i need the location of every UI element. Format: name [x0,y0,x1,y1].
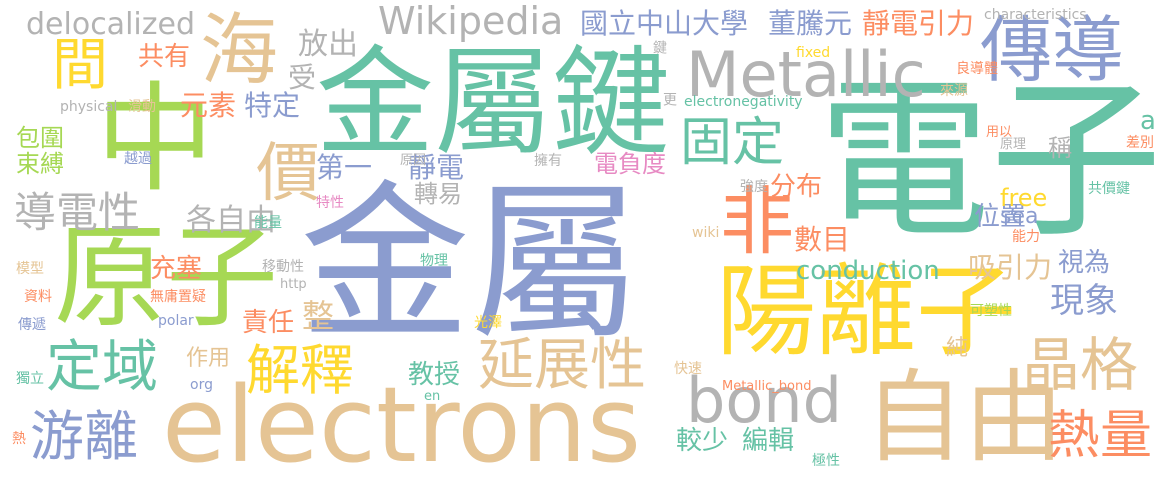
word-duli: 獨立 [16,371,44,387]
word-shufu: 束縛 [16,150,64,178]
word-jingdianyinli: 靜電引力 [862,7,975,40]
word-daodianxing: 導電性 [14,188,141,237]
word-xianxiang: 現象 [1050,281,1118,321]
word-delocalized: delocalized [26,7,195,42]
word-chuandi: 傳遞 [18,317,46,333]
word-chuandao: 傳導 [980,8,1125,92]
word-wuli: 物理 [420,253,448,269]
word-fixed: fixed [796,45,831,61]
word-shiwei: 視為 [1058,248,1111,278]
word-liangdaoti: 良導體 [956,61,998,77]
word-hai: 海 [200,6,279,96]
word-teding: 特定 [244,89,301,122]
word-physical: physical [60,99,118,115]
word-metallic-bond: Metallic_bond [722,379,812,394]
word-texing: 特性 [316,195,344,211]
word-cloud: 金屬 電子 金屬鍵 electrons 中 原子 陽離子 自由 Metallic… [0,0,1175,482]
word-jian-small: 鍵 [651,40,667,54]
word-xiyinli: 吸引力 [968,251,1053,284]
word-wiki: wiki [692,225,720,241]
word-a: a [1140,106,1156,136]
word-shumu: 數目 [794,223,851,256]
word-guding: 固定 [680,113,785,173]
word-nengli: 能力 [1012,229,1040,245]
word-baowei: 包圍 [16,124,64,152]
word-jingge: 晶格 [1022,331,1139,399]
word-yuanyin: 原因 [400,153,427,168]
word-jinshu: 金屬 [300,166,641,364]
word-huadong: 滑動 [128,99,156,115]
word-cheng: 稱 [1048,134,1072,162]
word-en: en [424,389,441,404]
word-yidongxing: 移動性 [262,259,304,275]
word-zheng: 整 [302,297,335,335]
word-laiyuan: 來源 [940,83,968,99]
word-dingyu: 定域 [46,335,158,400]
word-yueguo: 越過 [124,151,152,167]
word-chun: 純 [946,336,969,361]
word-jiaoshou: 教授 [408,360,461,390]
word-conduction: conduction [796,256,940,286]
word-dongtengyuan: 董騰元 [768,7,853,40]
word-org: org [190,377,213,393]
word-electronegativity: electronegativity [684,94,803,110]
word-bianji: 編輯 [742,426,795,456]
word-geng: 更 [661,92,677,106]
word-zuoyong: 作用 [186,346,231,371]
word-reliang: 熱量 [1048,406,1153,466]
word-gongyou: 共有 [138,42,191,72]
word-wuyongzhiyi: 無庸置疑 [150,289,206,305]
word-dianfudu: 電負度 [594,150,666,178]
word-moxing: 模型 [16,261,44,277]
word-sea: sea [1000,204,1039,229]
word-kesuxing: 可塑性 [970,303,1012,319]
word-qiangdu: 強度 [740,179,768,195]
word-qingyi: 轉易 [414,180,462,208]
word-yuansu: 元素 [180,89,237,122]
word-jixing: 極性 [812,453,840,469]
word-re: 熱 [12,431,26,447]
word-nengliang: 能量 [254,215,282,231]
word-gongjiajian: 共價鍵 [1088,181,1130,197]
word-jinshujian: 金屬鍵 [316,34,671,172]
word-guangze: 光澤 [474,315,502,331]
word-jia: 價 [256,137,320,211]
word-diyi: 第一 [316,151,373,184]
word-jian: 間 [52,33,108,98]
word-chongse: 充塞 [150,254,203,284]
word-ziliao: 資料 [24,289,52,305]
word-jieshi: 解釋 [246,339,354,402]
word-yongyou: 擁有 [534,153,562,169]
word-kuaisu: 快速 [674,361,702,377]
word-http: http [280,277,307,292]
word-wikipedia: Wikipedia [378,0,564,43]
word-youli: 游離 [30,405,138,468]
word-yongyi: 用以 [986,125,1013,140]
word-zeren: 責任 [242,308,295,338]
word-polar: polar [158,313,194,329]
word-fenbu: 分布 [770,172,823,202]
word-fangchu: 放出 [298,27,358,62]
word-characteristics: characteristics [984,7,1087,23]
word-shou: 受 [288,61,317,94]
word-chabie: 差別 [1126,135,1154,151]
word-yanzhanxing: 延展性 [478,333,646,398]
word-zhongshan: 國立中山大學 [580,7,749,40]
word-jiaoshao: 較少 [676,426,729,456]
